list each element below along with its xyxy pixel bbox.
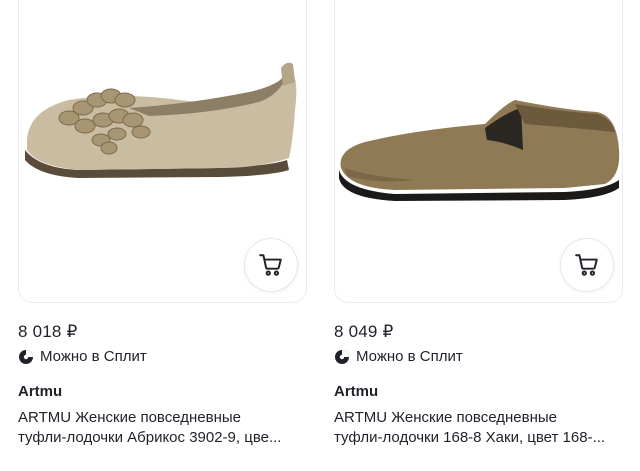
product-brand[interactable]: Artmu (334, 383, 378, 400)
product-grid: 8 018 ₽ Можно в Сплит Artmu ARTMU Женски… (0, 0, 640, 471)
product-image-container[interactable] (334, 0, 623, 303)
product-card[interactable]: 8 049 ₽ Можно в Сплит Artmu ARTMU Женски… (334, 0, 623, 446)
product-title[interactable]: ARTMU Женские повседневные туфли-лодочки… (334, 408, 623, 448)
product-brand[interactable]: Artmu (18, 383, 62, 400)
product-price: 8 018 ₽ (18, 322, 78, 341)
product-price: 8 049 ₽ (334, 322, 394, 341)
split-icon (335, 349, 349, 364)
product-title-line: туфли-лодочки Абрикос 3902-9, цве... (18, 429, 282, 446)
split-icon (19, 349, 33, 364)
product-card[interactable]: 8 018 ₽ Можно в Сплит Artmu ARTMU Женски… (18, 0, 307, 446)
product-image-container[interactable] (18, 0, 307, 303)
product-title-line: ARTMU Женские повседневные (334, 409, 558, 426)
split-payment-badge: Можно в Сплит (334, 348, 463, 365)
add-to-cart-button[interactable] (244, 238, 298, 292)
shopping-cart-icon (575, 254, 598, 276)
split-payment-badge: Можно в Сплит (18, 348, 147, 365)
add-to-cart-button[interactable] (560, 238, 614, 292)
product-title-line: ARTMU Женские повседневные (18, 409, 242, 426)
product-title-line: туфли-лодочки 168-8 Хаки, цвет 168-... (334, 429, 606, 446)
split-label: Можно в Сплит (356, 348, 463, 365)
product-title[interactable]: ARTMU Женские повседневные туфли-лодочки… (18, 408, 307, 448)
split-label: Можно в Сплит (40, 348, 147, 365)
shopping-cart-icon (259, 254, 282, 276)
